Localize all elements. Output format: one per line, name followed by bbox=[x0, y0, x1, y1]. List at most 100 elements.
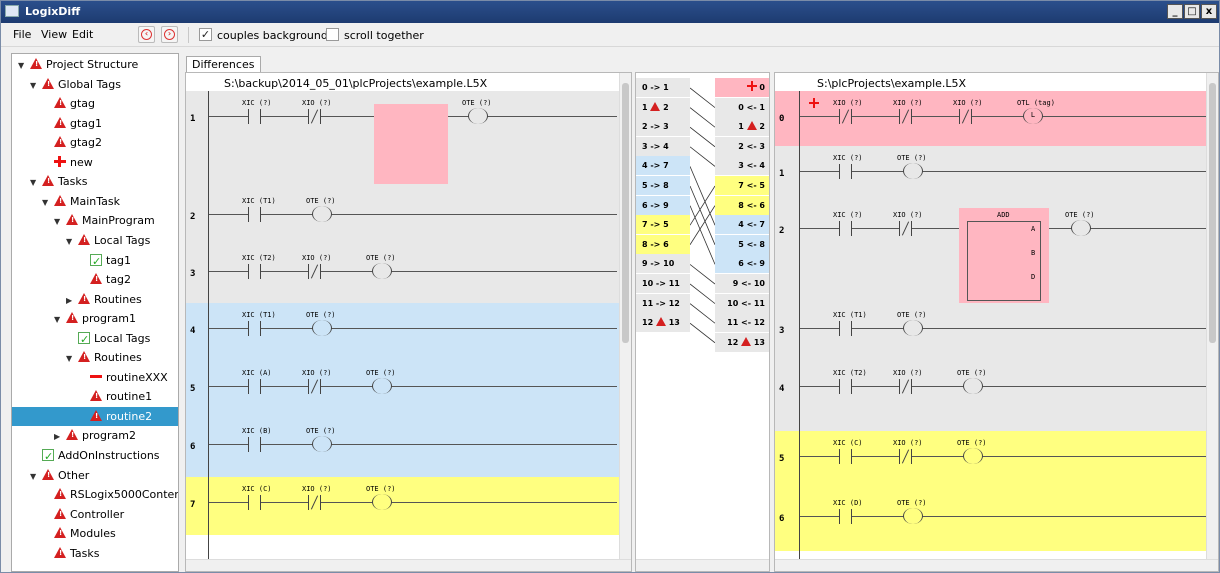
ladder-rung[interactable]: 6 XIC (D) OTE (?) bbox=[775, 491, 1218, 551]
vertical-scrollbar[interactable] bbox=[619, 73, 631, 561]
ladder-rung[interactable]: 3 XIC (T2) XIO (?) OTE (?) bbox=[186, 246, 631, 303]
ladder-rung[interactable]: 2 XIC (?) XIO (?) ADD A B D OTE (?) bbox=[775, 203, 1218, 308]
menu-view[interactable]: View bbox=[41, 28, 67, 41]
ladder-rung[interactable]: 0 XIO (?) XIO (?) XIO (?) OTL (tag) L bbox=[775, 91, 1218, 146]
expand-arrow-icon[interactable]: ▼ bbox=[30, 76, 42, 95]
ladder-rung[interactable]: 4 XIC (T1) OTE (?) bbox=[186, 303, 631, 361]
expand-arrow-icon[interactable]: ▼ bbox=[30, 467, 42, 486]
ladder-rung[interactable]: 6 XIC (B) OTE (?) bbox=[186, 419, 631, 477]
tree-item[interactable]: gtag1 bbox=[42, 114, 102, 133]
ladder-rung[interactable]: 1 XIC (?) OTE (?) bbox=[775, 146, 1218, 203]
rung-map-item[interactable]: 3 -> 4 bbox=[636, 136, 690, 156]
rung-map-item[interactable]: 8 <- 6 bbox=[715, 195, 769, 215]
expand-arrow-icon[interactable]: ▶ bbox=[66, 291, 78, 310]
tree-item[interactable]: RSLogix5000Content bbox=[42, 485, 178, 504]
rung-map-item[interactable]: 3 <- 4 bbox=[715, 156, 769, 176]
rung-map-item[interactable]: 9 -> 10 bbox=[636, 254, 690, 274]
menu-edit[interactable]: Edit bbox=[72, 28, 93, 41]
right-ladder-panel[interactable]: S:\plcProjects\example.L5X 0 XIO (?) XIO (… bbox=[774, 72, 1219, 572]
rung-map-item[interactable]: 7 <- 5 bbox=[715, 176, 769, 195]
tree-item[interactable]: new bbox=[42, 153, 93, 172]
rung-map-item[interactable]: 7 -> 5 bbox=[636, 215, 690, 235]
rung-map-item[interactable]: 11 -> 12 bbox=[636, 293, 690, 313]
left-ladder-panel[interactable]: S:\backup\2014_05_01\plcProjects\example… bbox=[185, 72, 632, 572]
rung-map-item[interactable]: 5 <- 8 bbox=[715, 234, 769, 254]
rung-map-item[interactable]: 1 2 bbox=[715, 117, 769, 137]
tree-item[interactable]: gtag bbox=[42, 94, 95, 113]
rung-map-item[interactable]: 1 2 bbox=[636, 97, 690, 117]
expand-arrow-icon[interactable]: ▼ bbox=[30, 173, 42, 192]
ladder-rung[interactable]: 5 XIC (A) XIO (?) OTE (?) bbox=[186, 361, 631, 419]
tree-item[interactable]: ▼ MainTask bbox=[42, 192, 120, 211]
tree-item[interactable]: Tasks bbox=[42, 544, 99, 563]
maximize-button[interactable]: □ bbox=[1184, 4, 1200, 19]
horizontal-scrollbar[interactable] bbox=[636, 559, 769, 571]
tree-item[interactable]: Local Tags bbox=[66, 329, 150, 349]
tree-item[interactable]: ▼ Global Tags bbox=[30, 75, 121, 94]
rung-map-item[interactable]: 10 <- 11 bbox=[715, 293, 769, 313]
rung-map-item[interactable]: 4 -> 7 bbox=[636, 156, 690, 176]
scrollbar-thumb[interactable] bbox=[1209, 83, 1216, 343]
tree-item[interactable]: routine1 bbox=[78, 387, 152, 406]
expand-arrow-icon[interactable]: ▼ bbox=[54, 310, 66, 329]
close-button[interactable]: x bbox=[1201, 4, 1217, 19]
ladder-rung[interactable]: 2 XIC (T1) OTE (?) bbox=[186, 189, 631, 246]
rung-map-item[interactable]: 2 -> 3 bbox=[636, 117, 690, 137]
vertical-scrollbar[interactable] bbox=[1206, 73, 1218, 561]
couples-background-checkbox[interactable]: ✓ bbox=[199, 28, 212, 41]
tab-differences[interactable]: Differences bbox=[186, 56, 261, 73]
tree-item[interactable]: AddOnInstructions bbox=[30, 446, 160, 466]
tree-item[interactable]: ▼ Tasks bbox=[30, 172, 87, 191]
tree-item[interactable]: routine2 bbox=[12, 406, 178, 426]
rung-map-item[interactable]: 12 13 bbox=[636, 313, 690, 333]
minimize-button[interactable]: _ bbox=[1167, 4, 1183, 19]
rung-map-item[interactable]: 0 <- 1 bbox=[715, 97, 769, 117]
next-difference-button[interactable]: › bbox=[161, 26, 178, 43]
rung-map-item[interactable]: 12 13 bbox=[715, 332, 769, 352]
expand-arrow-icon[interactable]: ▶ bbox=[54, 427, 66, 446]
tree-item[interactable]: tag1 bbox=[78, 251, 131, 271]
tree-item-label: Controller bbox=[70, 507, 125, 521]
tree-item[interactable]: ▶ Routines bbox=[66, 290, 142, 309]
expand-arrow-icon[interactable]: ▼ bbox=[42, 193, 54, 212]
ladder-rung[interactable]: 5 XIC (C) XIO (?) OTE (?) bbox=[775, 431, 1218, 491]
tree-item[interactable]: ▼ Project Structure bbox=[18, 55, 138, 74]
ladder-rung[interactable]: 4 XIC (T2) XIO (?) OTE (?) bbox=[775, 361, 1218, 431]
tree-item[interactable]: gtag2 bbox=[42, 133, 102, 152]
rung-map-item[interactable]: 8 -> 6 bbox=[636, 234, 690, 254]
rung-map-item[interactable]: 2 <- 3 bbox=[715, 136, 769, 156]
tree-item[interactable]: ▶ program2 bbox=[54, 426, 136, 445]
rung-map-item[interactable]: 11 <- 12 bbox=[715, 313, 769, 333]
horizontal-scrollbar[interactable] bbox=[775, 559, 1218, 571]
tree-item[interactable]: tag2 bbox=[78, 270, 131, 289]
rung-map-item[interactable]: 6 <- 9 bbox=[715, 254, 769, 274]
expand-arrow-icon[interactable]: ▼ bbox=[54, 212, 66, 231]
expand-arrow-icon[interactable]: ▼ bbox=[66, 232, 78, 251]
rung-map-item[interactable]: 10 -> 11 bbox=[636, 274, 690, 293]
rung-map-item[interactable]: 6 -> 9 bbox=[636, 195, 690, 215]
scroll-together-checkbox[interactable] bbox=[326, 28, 339, 41]
previous-difference-button[interactable]: ‹ bbox=[138, 26, 155, 43]
tree-item[interactable]: ▼ program1 bbox=[54, 309, 136, 328]
tree-item[interactable]: ▼ Routines bbox=[66, 348, 142, 367]
tree-item[interactable]: ▼ Local Tags bbox=[66, 231, 150, 250]
horizontal-scrollbar[interactable] bbox=[186, 559, 631, 571]
rung-map-item[interactable]: 0 bbox=[715, 78, 769, 97]
rung-map-item[interactable]: 5 -> 8 bbox=[636, 176, 690, 195]
rung-map-item[interactable]: 4 <- 7 bbox=[715, 215, 769, 235]
tree-item[interactable]: ▼ Other bbox=[30, 466, 89, 485]
ladder-rung[interactable]: 1 XIC (?) XIO (?) OTE (?) bbox=[186, 91, 631, 189]
project-tree[interactable]: ▼ Project Structure ▼ Global Tags gtag gtag1 g… bbox=[11, 53, 179, 572]
scrollbar-thumb[interactable] bbox=[622, 83, 629, 343]
ladder-rung[interactable]: 3 XIC (T1) OTE (?) bbox=[775, 303, 1218, 361]
rung-map-item[interactable]: 0 -> 1 bbox=[636, 78, 690, 97]
menu-file[interactable]: File bbox=[13, 28, 31, 41]
expand-arrow-icon[interactable]: ▼ bbox=[66, 349, 78, 368]
tree-item[interactable]: routineXXX bbox=[78, 368, 168, 387]
ladder-rung[interactable]: 7 XIC (C) XIO (?) OTE (?) bbox=[186, 477, 631, 535]
tree-item[interactable]: ▼ MainProgram bbox=[54, 211, 155, 230]
expand-arrow-icon[interactable]: ▼ bbox=[18, 56, 30, 75]
tree-item[interactable]: Controller bbox=[42, 505, 124, 524]
rung-map-item[interactable]: 9 <- 10 bbox=[715, 274, 769, 293]
tree-item[interactable]: Modules bbox=[42, 524, 116, 543]
